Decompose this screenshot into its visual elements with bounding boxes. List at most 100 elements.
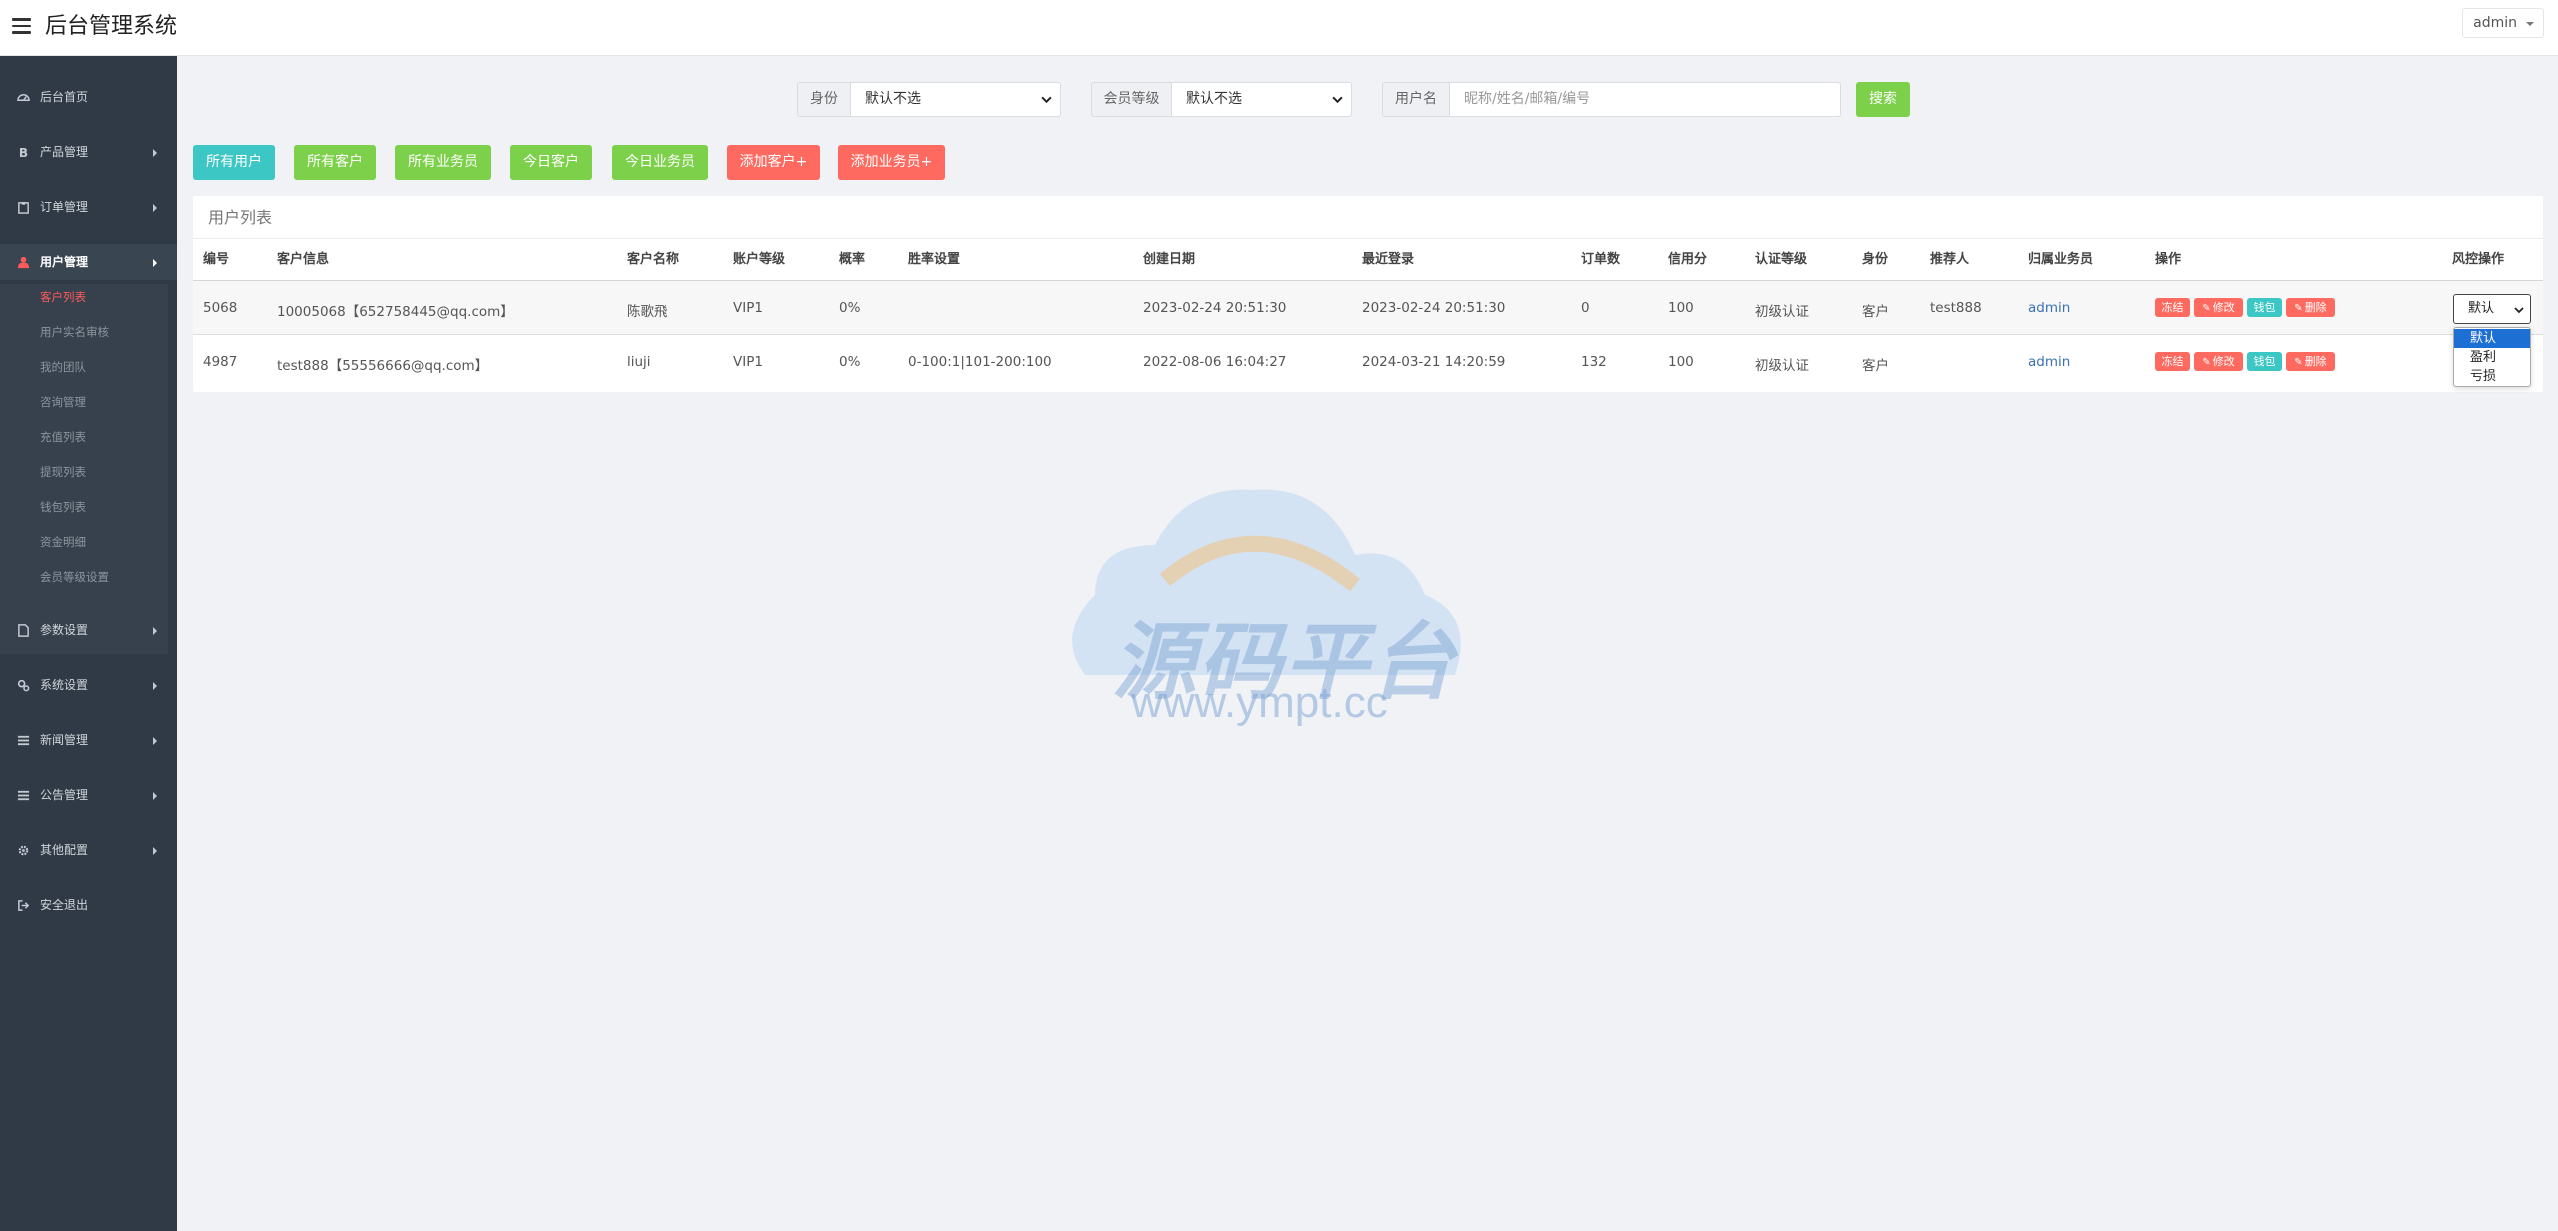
- sidebar-item-orders[interactable]: 订单管理: [0, 189, 177, 225]
- submenu-item-customers[interactable]: 客户列表: [40, 287, 86, 307]
- sidebar: 后台首页 B 产品管理 订单管理 用户管理 客户列表 用户实名审核 我的团队 咨…: [0, 56, 177, 1231]
- sidebar-item-label: 订单管理: [40, 200, 89, 214]
- sidebar-item-users[interactable]: 用户管理: [0, 244, 177, 280]
- add-agent-button[interactable]: 添加业务员+: [838, 145, 945, 180]
- cell-orders: 132: [1581, 354, 1607, 370]
- delete-button[interactable]: ✎ 删除: [2286, 298, 2335, 317]
- user-icon: [17, 256, 30, 269]
- user-name: admin: [2473, 15, 2517, 31]
- today-customers-button[interactable]: 今日客户: [510, 145, 592, 180]
- file-icon: [18, 624, 29, 637]
- cell-orders: 0: [1581, 300, 1590, 316]
- pencil-icon: ✎: [2202, 303, 2211, 314]
- sidebar-item-label: 其他配置: [40, 843, 89, 857]
- pencil-icon: ✎: [2294, 357, 2303, 368]
- level-select[interactable]: 默认不选: [1171, 82, 1352, 117]
- chevron-right-icon: [153, 737, 157, 745]
- sidebar-item-home[interactable]: 后台首页: [0, 79, 177, 115]
- cell-agent-link[interactable]: admin: [2028, 300, 2070, 316]
- edit-button[interactable]: ✎ 修改: [2194, 298, 2243, 317]
- submenu-item-withdraw[interactable]: 提现列表: [40, 462, 86, 482]
- all-customers-button[interactable]: 所有客户: [294, 145, 376, 180]
- user-list-card: 用户列表 编号 客户信息 客户名称 账户等级 概率 胜率设置 创建日期 最近登录…: [193, 196, 2543, 392]
- risk-control-select[interactable]: 默认: [2453, 294, 2531, 324]
- edit-button[interactable]: ✎ 修改: [2194, 352, 2243, 371]
- cell-name: liuji: [627, 354, 651, 370]
- level-label: 会员等级: [1091, 82, 1172, 117]
- add-customer-button[interactable]: 添加客户+: [727, 145, 820, 180]
- col-header-created: 创建日期: [1143, 252, 1196, 267]
- edit-label: 修改: [2212, 355, 2235, 368]
- freeze-button[interactable]: 冻结: [2155, 298, 2190, 317]
- cell-winrate: 0-100:1|101-200:100: [908, 354, 1052, 370]
- risk-option-default[interactable]: 默认: [2454, 329, 2530, 348]
- sidebar-item-params[interactable]: 参数设置: [0, 612, 177, 648]
- wallet-button[interactable]: 钱包: [2247, 352, 2282, 371]
- cell-level: VIP1: [733, 300, 763, 316]
- today-agents-button[interactable]: 今日业务员: [612, 145, 708, 180]
- cell-credit: 100: [1668, 300, 1694, 316]
- cell-auth: 初级认证: [1755, 304, 1809, 320]
- sidebar-item-label: 新闻管理: [40, 733, 89, 747]
- delete-label: 删除: [2304, 355, 2327, 368]
- submenu-item-team[interactable]: 我的团队: [40, 357, 86, 377]
- freeze-button[interactable]: 冻结: [2155, 352, 2190, 371]
- pencil-icon: ✎: [2294, 303, 2303, 314]
- chevron-right-icon: [153, 847, 157, 855]
- chevron-right-icon: [153, 627, 157, 635]
- delete-button[interactable]: ✎ 删除: [2286, 352, 2335, 371]
- sidebar-item-notices[interactable]: 公告管理: [0, 777, 177, 813]
- sidebar-item-label: 安全退出: [40, 898, 89, 912]
- submenu-item-funds[interactable]: 资金明细: [40, 532, 86, 552]
- bitcoin-icon: B: [19, 146, 28, 159]
- col-header-name: 客户名称: [627, 252, 680, 267]
- row-divider: [193, 334, 2543, 335]
- chevron-right-icon: [153, 792, 157, 800]
- sidebar-item-system[interactable]: 系统设置: [0, 667, 177, 703]
- cell-prob: 0%: [839, 300, 861, 316]
- cell-id: 4987: [203, 354, 238, 370]
- sidebar-item-label: 系统设置: [40, 678, 89, 692]
- sidebar-item-products[interactable]: B 产品管理: [0, 134, 177, 170]
- cell-agent-link[interactable]: admin: [2028, 354, 2070, 370]
- app-title: 后台管理系统: [45, 14, 178, 39]
- chevron-down-icon: [1041, 96, 1052, 104]
- submenu-item-recharge[interactable]: 充值列表: [40, 427, 86, 447]
- users-submenu: 客户列表 用户实名审核 我的团队 咨询管理 充值列表 提现列表 钱包列表 资金明…: [0, 284, 168, 654]
- username-label: 用户名: [1382, 82, 1450, 117]
- top-header: 后台管理系统 admin: [0, 0, 2558, 56]
- wallet-button[interactable]: 钱包: [2247, 298, 2282, 317]
- submenu-item-realname[interactable]: 用户实名审核: [40, 322, 109, 342]
- sidebar-item-logout[interactable]: 安全退出: [0, 887, 177, 923]
- col-header-ops: 操作: [2155, 252, 2182, 267]
- all-agents-button[interactable]: 所有业务员: [395, 145, 491, 180]
- cell-identity: 客户: [1862, 358, 1889, 374]
- risk-option-loss[interactable]: 亏损: [2454, 367, 2530, 386]
- col-header-prob: 概率: [839, 252, 866, 267]
- risk-option-profit[interactable]: 盈利: [2454, 348, 2530, 367]
- identity-select-value: 默认不选: [865, 91, 921, 107]
- col-header-identity: 身份: [1862, 252, 1889, 267]
- watermark-url: www.ympt.cc: [1131, 678, 1388, 727]
- cell-level: VIP1: [733, 354, 763, 370]
- submenu-item-wallet[interactable]: 钱包列表: [40, 497, 86, 517]
- user-menu[interactable]: admin: [2462, 8, 2544, 38]
- svg-text:B: B: [19, 146, 28, 159]
- col-header-referrer: 推荐人: [1930, 252, 1970, 267]
- submenu-item-member-level[interactable]: 会员等级设置: [40, 567, 109, 587]
- col-header-credit: 信用分: [1668, 252, 1708, 267]
- menu-toggle-icon[interactable]: [12, 18, 31, 34]
- identity-select[interactable]: 默认不选: [850, 82, 1061, 117]
- submenu-item-consult[interactable]: 咨询管理: [40, 392, 86, 412]
- pencil-icon: ✎: [2202, 357, 2211, 368]
- sidebar-item-news[interactable]: 新闻管理: [0, 722, 177, 758]
- chevron-down-icon: [2514, 307, 2524, 314]
- username-input[interactable]: 昵称/姓名/邮箱/编号: [1449, 82, 1841, 117]
- cell-info: test888【55556666@qq.com】: [277, 358, 489, 374]
- sidebar-item-other[interactable]: 其他配置: [0, 832, 177, 868]
- cell-referrer: test888: [1930, 300, 1982, 316]
- cell-info: 10005068【652758445@qq.com】: [277, 304, 514, 320]
- all-users-button[interactable]: 所有用户: [193, 145, 275, 180]
- search-button[interactable]: 搜索: [1856, 82, 1910, 117]
- logout-icon: [18, 900, 30, 911]
